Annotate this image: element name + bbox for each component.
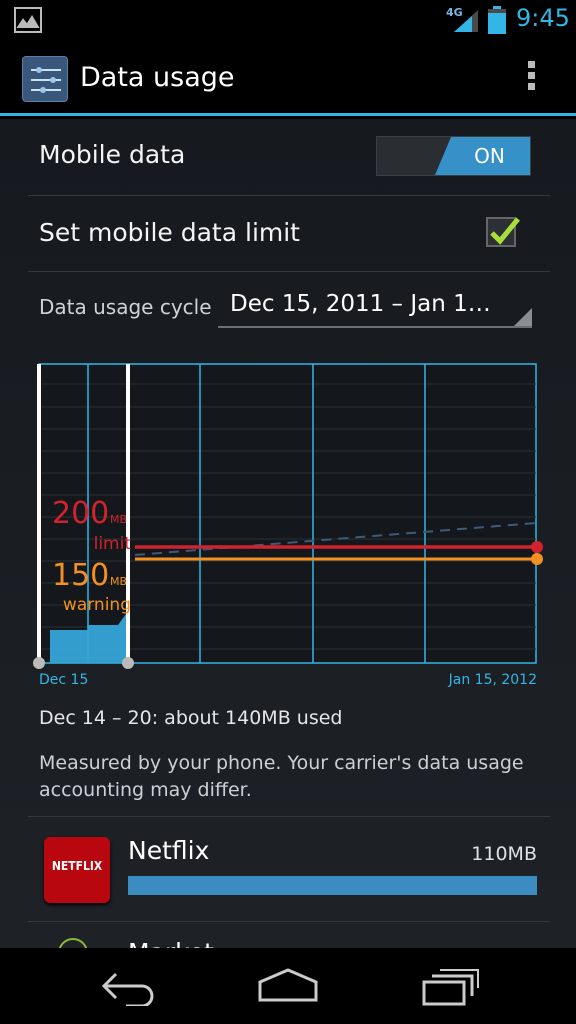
app-usage-row-market[interactable]: Market xyxy=(28,922,550,948)
warning-unit: MB xyxy=(110,575,127,588)
netflix-app-icon: NETFLIX xyxy=(44,837,110,903)
warning-value: 150 xyxy=(52,558,109,593)
usage-summary: Dec 14 – 20: about 140MB used xyxy=(39,707,343,729)
cycle-start-handle[interactable] xyxy=(33,657,45,669)
gallery-notification-icon xyxy=(14,7,42,33)
market-app-icon xyxy=(58,938,88,948)
limit-unit: MB xyxy=(110,513,127,526)
back-icon[interactable] xyxy=(96,966,160,1006)
app-name: Netflix xyxy=(128,836,210,865)
limit-caption: limit xyxy=(94,534,132,554)
signal-strength-icon xyxy=(454,10,478,32)
limit-value: 200 xyxy=(52,496,109,531)
action-bar: Data usage xyxy=(0,40,576,116)
content-area[interactable]: Mobile data ON Set mobile data limit Dat… xyxy=(0,119,576,948)
cycle-end-handle[interactable] xyxy=(122,657,134,669)
overflow-menu-icon[interactable] xyxy=(520,58,542,98)
app-name: Market xyxy=(128,938,214,948)
carrier-note: Measured by your phone. Your carrier's d… xyxy=(39,752,524,801)
app-usage-row-netflix[interactable]: NETFLIX Netflix 110MB xyxy=(28,816,550,922)
recent-apps-icon[interactable] xyxy=(418,966,482,1006)
battery-icon xyxy=(488,6,506,34)
data-usage-chart[interactable]: 200 MB limit 150 MB warning Dec 15 Jan 1… xyxy=(0,119,576,699)
limit-handle[interactable] xyxy=(531,541,543,553)
app-data-size: 110MB xyxy=(471,843,537,865)
settings-sliders-icon[interactable] xyxy=(22,56,68,102)
page-title: Data usage xyxy=(80,62,235,93)
app-usage-bar xyxy=(128,876,537,895)
x-axis-end-label: Jan 15, 2012 xyxy=(448,672,537,688)
home-icon[interactable] xyxy=(256,966,320,1006)
status-bar: 4G 9:45 xyxy=(0,0,576,40)
warning-caption: warning xyxy=(63,595,131,615)
clock: 9:45 xyxy=(516,4,570,32)
warning-handle[interactable] xyxy=(531,553,543,565)
x-axis-start-label: Dec 15 xyxy=(39,672,88,688)
navigation-bar xyxy=(0,948,576,1024)
